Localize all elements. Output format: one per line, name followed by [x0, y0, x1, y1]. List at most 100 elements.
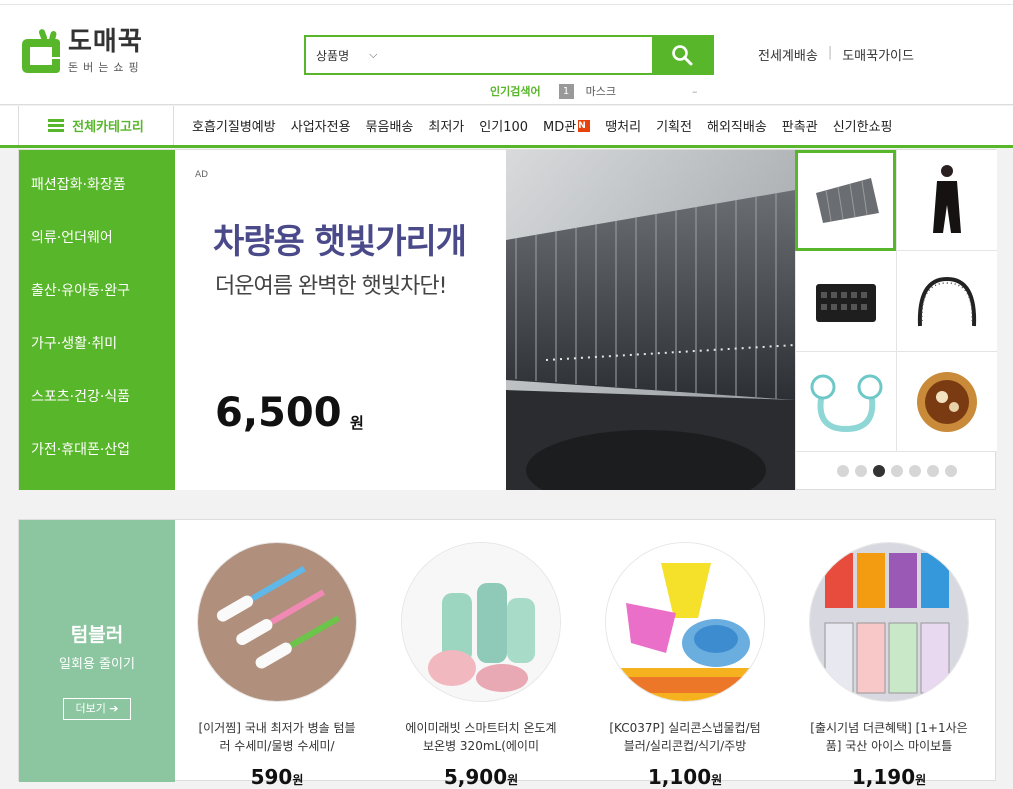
- sunshade-icon: [815, 178, 879, 223]
- nav-item[interactable]: 인기100: [479, 116, 528, 135]
- nav-item-label: 최저가: [428, 120, 465, 135]
- product-name[interactable]: [출시기념 더큰혜택] [1+1사은품] 국산 아이스 마이보틀: [809, 719, 969, 755]
- product-price-currency: 원: [292, 773, 304, 787]
- carousel-dot[interactable]: [836, 465, 849, 477]
- banner-thumbnails: [795, 150, 997, 452]
- section-sidebar: 텀블러 일회용 줄이기 더보기 ➔: [19, 520, 175, 782]
- thumbnail[interactable]: [896, 251, 997, 352]
- product-price-value: 590: [250, 765, 293, 789]
- thumbnail[interactable]: [896, 352, 997, 452]
- nav-item-label: 기획전: [656, 120, 692, 135]
- product-card[interactable]: [출시기념 더큰혜택] [1+1사은품] 국산 아이스 마이보틀 1,190원: [809, 542, 969, 789]
- product-name[interactable]: [이거찜] 국내 최저가 병솔 텀블러 수세미/물병 수세미/: [197, 719, 357, 755]
- nav-item[interactable]: 묶음배송: [366, 116, 414, 135]
- thumbnail[interactable]: [795, 352, 896, 452]
- nav-item[interactable]: 해외직배송: [707, 116, 767, 135]
- banner-subtitle: 더운여름 완벽한 햇빛차단!: [215, 274, 447, 299]
- carousel-dot-active[interactable]: [872, 465, 885, 477]
- product-image[interactable]: [605, 542, 765, 702]
- product-card[interactable]: 에이미래빗 스마트터치 온도계 보온병 320mL(에이미 5,900원: [401, 542, 561, 789]
- popular-keywords: 인기검색어 1 마스크 –: [490, 83, 697, 99]
- nav-item[interactable]: MD관 N: [543, 116, 591, 135]
- all-categories-button[interactable]: 전체카테고리: [18, 106, 174, 145]
- site-header: 도매꾹 돈버는쇼핑 상품명 ⌵ 인기검색어 1 마스크 – 전세계배송 | 도매…: [0, 5, 1013, 105]
- thumbnail[interactable]: [795, 150, 896, 251]
- nav-item[interactable]: 호흡기질병예방: [192, 116, 276, 135]
- product-price: 1,100원: [605, 765, 765, 789]
- product-price: 5,900원: [401, 765, 561, 789]
- nav-item[interactable]: 기획전: [656, 116, 692, 135]
- carousel-dot[interactable]: [908, 465, 921, 477]
- thumbnail[interactable]: [795, 251, 896, 352]
- logo-subtitle: 돈버는쇼핑: [68, 61, 144, 74]
- carousel-dot[interactable]: [854, 465, 867, 477]
- product-name[interactable]: [KC037P] 실리콘스냅물컵/텀블러/실리콘컵/식기/주방: [605, 719, 765, 755]
- product-price-value: 5,900: [443, 765, 508, 789]
- sidebar-item[interactable]: 가전·휴대폰·산업: [19, 428, 175, 481]
- logo-title: 도매꾹: [68, 27, 143, 57]
- search-input[interactable]: [402, 37, 652, 73]
- sunshade-image: [506, 150, 795, 490]
- sidebar-item[interactable]: 패션잡화·화장품: [19, 163, 175, 216]
- product-price-currency: 원: [915, 773, 927, 787]
- tumbler-section: 텀블러 일회용 줄이기 더보기 ➔ [이거찜] 국내 최저가 병솔 텀블러 수세…: [18, 519, 996, 789]
- nav-item[interactable]: 사업자전용: [291, 116, 351, 135]
- sidebar-item[interactable]: 스포츠·건강·식품: [19, 375, 175, 428]
- carousel-dot[interactable]: [926, 465, 939, 477]
- search-button[interactable]: [652, 37, 712, 73]
- nav-item[interactable]: 신기한쇼핑: [833, 116, 893, 135]
- product-name[interactable]: 에이미래빗 스마트터치 온도계 보온병 320mL(에이미: [401, 719, 561, 755]
- product-image[interactable]: [809, 542, 969, 702]
- search-category-label: 상품명: [316, 48, 350, 63]
- nav-item-label: 인기100: [479, 120, 529, 135]
- nav-menu: 호흡기질병예방 사업자전용 묶음배송 최저가 인기100 MD관 N 땡처리 기획…: [192, 106, 893, 145]
- nav-item-label: MD관: [543, 120, 577, 135]
- all-categories-label: 전체카테고리: [72, 120, 144, 135]
- headband-icon: [917, 276, 977, 327]
- nav-item-label: 묶음배송: [365, 120, 414, 135]
- popular-toggle[interactable]: –: [692, 85, 698, 98]
- search-category-select[interactable]: 상품명 ⌵: [306, 37, 402, 73]
- product-image[interactable]: [401, 542, 561, 702]
- nav-item-label: 판촉관: [781, 120, 818, 135]
- logo-mark-icon: [18, 27, 62, 79]
- dress-icon: [933, 164, 961, 233]
- popular-rank: 1: [558, 83, 574, 99]
- sidebar-item[interactable]: 가구·생활·취미: [19, 322, 175, 375]
- product-image[interactable]: [197, 542, 357, 702]
- product-price-currency: 원: [711, 773, 723, 787]
- sidebar-item[interactable]: 의류·언더웨어: [19, 216, 175, 269]
- search-icon: [672, 45, 693, 66]
- section-subtitle: 일회용 줄이기: [59, 657, 135, 672]
- nav-item[interactable]: 판촉관: [782, 116, 818, 135]
- banner-title: 차량용 햇빛가리개: [213, 222, 467, 262]
- popular-keyword-link[interactable]: 마스크: [586, 83, 616, 99]
- section-title: 텀블러: [70, 624, 124, 646]
- logo[interactable]: 도매꾹 돈버는쇼핑: [18, 27, 144, 79]
- guide-link[interactable]: 도매꾹가이드: [842, 45, 914, 64]
- product-price-value: 1,190: [851, 765, 916, 789]
- food-icon: [917, 371, 977, 432]
- thumbnail[interactable]: [896, 150, 997, 251]
- product-list: [이거찜] 국내 최저가 병솔 텀블러 수세미/물병 수세미/ 590원 에이미…: [197, 542, 969, 789]
- popular-label: 인기검색어: [490, 85, 541, 98]
- nav-item-label: 땡처리: [605, 120, 642, 135]
- main-nav: 전체카테고리 호흡기질병예방 사업자전용 묶음배송 최저가 인기100 MD관 N…: [0, 106, 1013, 148]
- top-links: 전세계배송 | 도매꾹가이드: [758, 45, 914, 64]
- nav-item[interactable]: 최저가: [428, 116, 464, 135]
- nav-item-label: 호흡기질병예방: [192, 120, 276, 135]
- new-badge: N: [578, 119, 591, 132]
- search-bar: 상품명 ⌵: [304, 35, 714, 75]
- product-card[interactable]: [이거찜] 국내 최저가 병솔 텀블러 수세미/물병 수세미/ 590원: [197, 542, 357, 789]
- product-card[interactable]: [KC037P] 실리콘스냅물컵/텀블러/실리콘컵/식기/주방 1,100원: [605, 542, 765, 789]
- carousel-dot[interactable]: [890, 465, 903, 477]
- nav-item[interactable]: 땡처리: [605, 116, 641, 135]
- product-price: 590원: [197, 765, 357, 789]
- sidebar-item[interactable]: 출산·유아동·완구: [19, 269, 175, 322]
- carousel-dot[interactable]: [944, 465, 957, 477]
- chevron-down-icon: ⌵: [369, 48, 378, 61]
- global-shipping-link[interactable]: 전세계배송: [758, 45, 818, 64]
- more-button[interactable]: 더보기 ➔: [63, 698, 131, 720]
- carousel-dots: [795, 452, 997, 490]
- main-banner[interactable]: AD 차량용 햇빛가리개 더운여름 완벽한 햇빛차단! 6,500 원: [175, 150, 795, 490]
